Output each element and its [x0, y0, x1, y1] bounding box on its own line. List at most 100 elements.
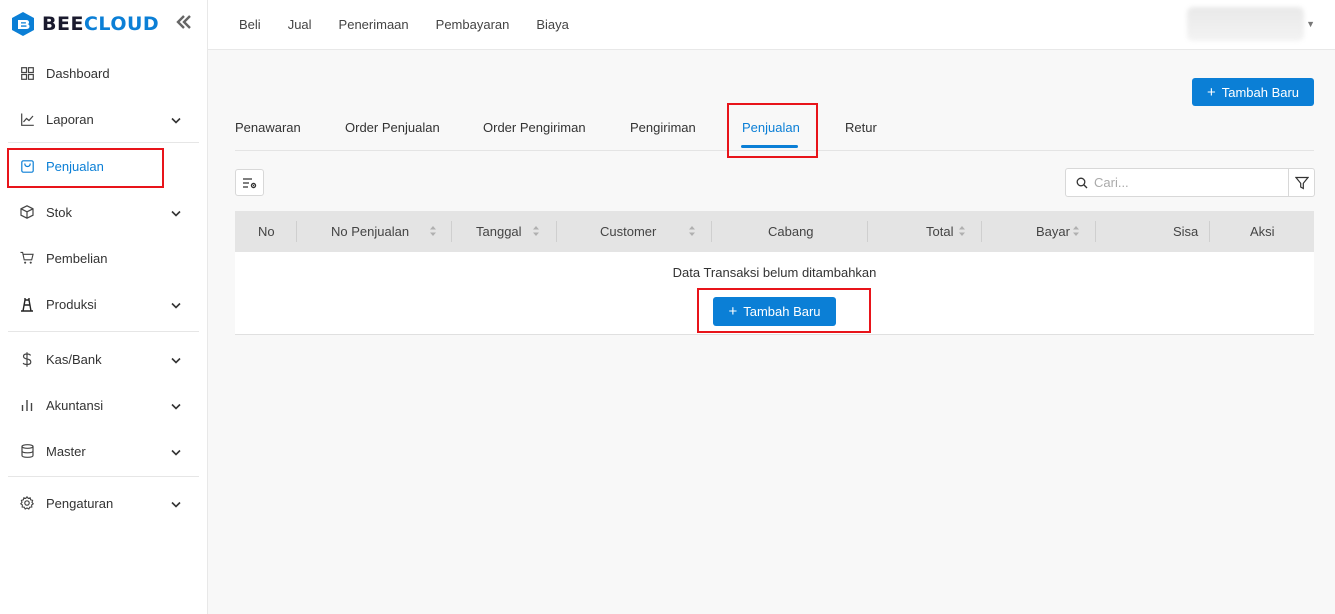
database-icon	[20, 444, 34, 458]
filter-button[interactable]	[1288, 168, 1315, 197]
tab-penjualan[interactable]: Penjualan	[742, 120, 800, 135]
sidebar-item-label: Produksi	[46, 296, 97, 312]
empty-state-add-label: Tambah Baru	[743, 304, 821, 319]
add-new-label: Tambah Baru	[1221, 84, 1300, 100]
logo-row: BEECLOUD	[0, 0, 207, 48]
box-icon	[20, 205, 34, 219]
sidebar-item-laporan[interactable]: Laporan	[0, 96, 207, 142]
tab-bar: Penawaran Order Penjualan Order Pengirim…	[235, 103, 1314, 158]
gear-icon	[20, 496, 34, 510]
beecloud-logo-icon	[10, 11, 36, 37]
column-separator	[981, 221, 982, 242]
plus-icon: +	[1206, 83, 1216, 101]
column-header-sisa: Sisa	[1173, 224, 1199, 239]
column-separator	[296, 221, 297, 242]
collapse-sidebar-icon[interactable]	[175, 14, 193, 34]
sidebar-item-produksi[interactable]: Produksi	[0, 281, 207, 327]
topnav-jual[interactable]: Jual	[288, 17, 312, 32]
column-separator	[867, 221, 868, 242]
add-new-button[interactable]: + Tambah Baru	[1192, 78, 1314, 106]
user-menu[interactable]: ▼	[1187, 6, 1315, 42]
column-header-cabang: Cabang	[768, 224, 814, 239]
sidebar-item-pembelian[interactable]: Pembelian	[0, 235, 207, 281]
app-logo-text: BEECLOUD	[42, 13, 159, 35]
sales-table: No No Penjualan Tanggal Customer Cabang …	[235, 211, 1314, 335]
sidebar-item-label: Dashboard	[46, 65, 110, 81]
column-header-aksi: Aksi	[1250, 224, 1275, 239]
chevron-down-icon	[171, 112, 181, 127]
main-content: + Tambah Baru Penawaran Order Penjualan …	[208, 50, 1335, 614]
sidebar-item-label: Master	[46, 443, 86, 459]
sort-icon[interactable]	[688, 225, 696, 237]
topnav-pembayaran[interactable]: Pembayaran	[436, 17, 510, 32]
search-icon	[1076, 177, 1088, 188]
tab-order-penjualan[interactable]: Order Penjualan	[345, 120, 440, 135]
column-separator	[1209, 221, 1210, 242]
logo-cloud-text: CLOUD	[83, 13, 160, 35]
chevron-down-icon	[171, 496, 181, 511]
caret-down-icon: ▼	[1306, 19, 1315, 29]
sort-icon[interactable]	[1072, 225, 1080, 237]
filter-icon	[1294, 176, 1309, 190]
column-separator	[451, 221, 452, 242]
tab-pengiriman[interactable]: Pengiriman	[630, 120, 696, 135]
plus-icon: +	[728, 303, 738, 320]
column-settings-icon	[243, 177, 257, 188]
search-field[interactable]	[1065, 168, 1289, 197]
column-header-no: No	[258, 224, 275, 239]
column-header-bayar[interactable]: Bayar	[1036, 211, 1070, 252]
avatar	[1187, 7, 1305, 41]
sort-icon[interactable]	[958, 225, 966, 237]
column-header-no-penjualan[interactable]: No Penjualan	[331, 211, 409, 252]
sidebar-item-pengaturan[interactable]: Pengaturan	[0, 480, 207, 526]
sidebar-item-stok[interactable]: Stok	[0, 189, 207, 235]
topnav-penerimaan[interactable]: Penerimaan	[339, 17, 409, 32]
table-header: No No Penjualan Tanggal Customer Cabang …	[235, 211, 1314, 252]
table-body: Data Transaksi belum ditambahkan + Tamba…	[235, 252, 1314, 335]
column-header-total[interactable]: Total	[926, 211, 953, 252]
sidebar-item-master[interactable]: Master	[0, 428, 207, 474]
sidebar-item-dashboard[interactable]: Dashboard	[0, 50, 207, 96]
column-separator	[556, 221, 557, 242]
column-header-tanggal[interactable]: Tanggal	[476, 211, 522, 252]
sidebar-item-label: Pembelian	[46, 250, 108, 266]
active-tab-indicator	[741, 145, 798, 148]
sidebar-item-kas-bank[interactable]: Kas/Bank	[0, 336, 207, 382]
sidebar-menu: Dashboard Laporan Penjualan Stok Pembeli…	[0, 50, 207, 526]
column-header-customer[interactable]: Customer	[600, 211, 656, 252]
sidebar-item-penjualan[interactable]: Penjualan	[0, 143, 207, 189]
tab-penawaran[interactable]: Penawaran	[235, 120, 301, 135]
chevron-down-icon	[171, 205, 181, 220]
chevron-down-icon	[171, 444, 181, 459]
empty-state-text: Data Transaksi belum ditambahkan	[672, 265, 877, 280]
tab-order-pengiriman[interactable]: Order Pengiriman	[483, 120, 586, 135]
sidebar-item-label: Laporan	[46, 111, 94, 127]
column-separator	[1095, 221, 1096, 242]
chart-line-icon	[20, 112, 34, 126]
logo-bee-text: BEE	[42, 13, 84, 35]
search-input[interactable]	[1094, 175, 1274, 190]
topnav-biaya[interactable]: Biaya	[536, 17, 569, 32]
chevron-down-icon	[171, 297, 181, 312]
column-settings-button[interactable]	[235, 169, 264, 196]
sidebar: BEECLOUD Dashboard Laporan Penjualan Sto…	[0, 0, 208, 614]
dashboard-icon	[20, 66, 34, 80]
empty-state-add-button[interactable]: + Tambah Baru	[713, 297, 836, 326]
sidebar-divider	[8, 331, 199, 332]
sidebar-item-label: Akuntansi	[46, 397, 104, 413]
sort-icon[interactable]	[429, 225, 437, 237]
sidebar-item-label: Kas/Bank	[46, 351, 102, 367]
chevron-down-icon	[171, 352, 181, 367]
topnav-beli[interactable]: Beli	[239, 17, 261, 32]
sidebar-item-label: Penjualan	[46, 158, 104, 174]
factory-icon	[20, 297, 34, 312]
cart-icon	[20, 251, 34, 265]
sidebar-item-akuntansi[interactable]: Akuntansi	[0, 382, 207, 428]
tab-retur[interactable]: Retur	[845, 120, 877, 135]
sidebar-item-label: Stok	[46, 204, 73, 220]
top-navbar: Beli Jual Penerimaan Pembayaran Biaya ▼	[208, 0, 1335, 50]
sidebar-item-label: Pengaturan	[46, 495, 114, 511]
bar-chart-icon	[20, 398, 34, 412]
chevron-down-icon	[171, 398, 181, 413]
sort-icon[interactable]	[532, 225, 540, 237]
